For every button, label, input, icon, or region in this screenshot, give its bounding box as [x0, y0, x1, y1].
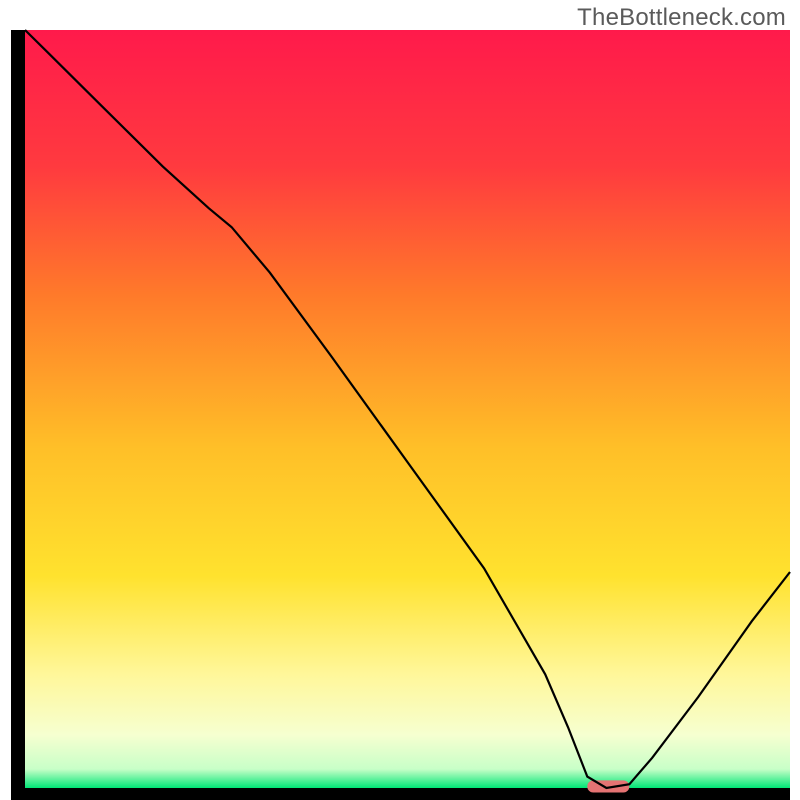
bottleneck-chart — [0, 0, 800, 800]
watermark: TheBottleneck.com — [577, 4, 786, 32]
optimum-marker — [587, 780, 629, 792]
